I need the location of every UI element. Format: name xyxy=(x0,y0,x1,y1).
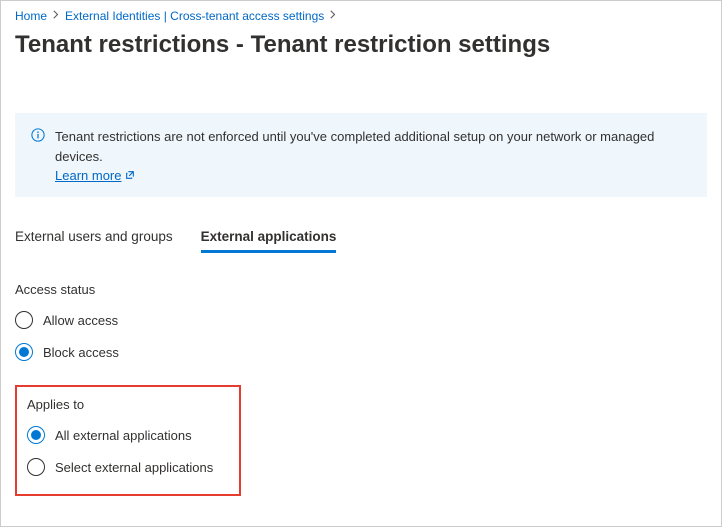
radio-label: All external applications xyxy=(55,428,192,443)
info-icon xyxy=(31,128,45,142)
radio-block-access[interactable]: Block access xyxy=(15,343,707,361)
radio-icon xyxy=(27,426,45,444)
tab-external-applications[interactable]: External applications xyxy=(201,223,337,253)
banner-message: Tenant restrictions are not enforced unt… xyxy=(55,129,654,164)
radio-label: Block access xyxy=(43,345,119,360)
chevron-right-icon xyxy=(330,10,336,22)
breadcrumb-external-identities[interactable]: External Identities | Cross-tenant acces… xyxy=(65,9,324,23)
radio-icon xyxy=(15,343,33,361)
radio-icon xyxy=(27,458,45,476)
access-status-label: Access status xyxy=(15,282,707,297)
applies-to-group: All external applications Select externa… xyxy=(27,426,229,476)
radio-icon xyxy=(15,311,33,329)
radio-all-external-applications[interactable]: All external applications xyxy=(27,426,229,444)
tab-bar: External users and groups External appli… xyxy=(15,223,707,254)
chevron-right-icon xyxy=(53,10,59,22)
access-status-group: Allow access Block access xyxy=(15,311,707,361)
info-banner: Tenant restrictions are not enforced unt… xyxy=(15,113,707,197)
learn-more-text: Learn more xyxy=(55,168,121,183)
radio-select-external-applications[interactable]: Select external applications xyxy=(27,458,229,476)
applies-to-label: Applies to xyxy=(27,397,229,412)
external-link-icon xyxy=(125,168,135,183)
radio-label: Select external applications xyxy=(55,460,213,475)
page-title: Tenant restrictions - Tenant restriction… xyxy=(15,31,707,59)
radio-allow-access[interactable]: Allow access xyxy=(15,311,707,329)
tab-external-users-groups[interactable]: External users and groups xyxy=(15,223,173,253)
breadcrumb: Home External Identities | Cross-tenant … xyxy=(15,9,707,23)
breadcrumb-home[interactable]: Home xyxy=(15,9,47,23)
learn-more-link[interactable]: Learn more xyxy=(55,168,135,183)
radio-label: Allow access xyxy=(43,313,118,328)
applies-to-highlight: Applies to All external applications Sel… xyxy=(15,385,241,496)
